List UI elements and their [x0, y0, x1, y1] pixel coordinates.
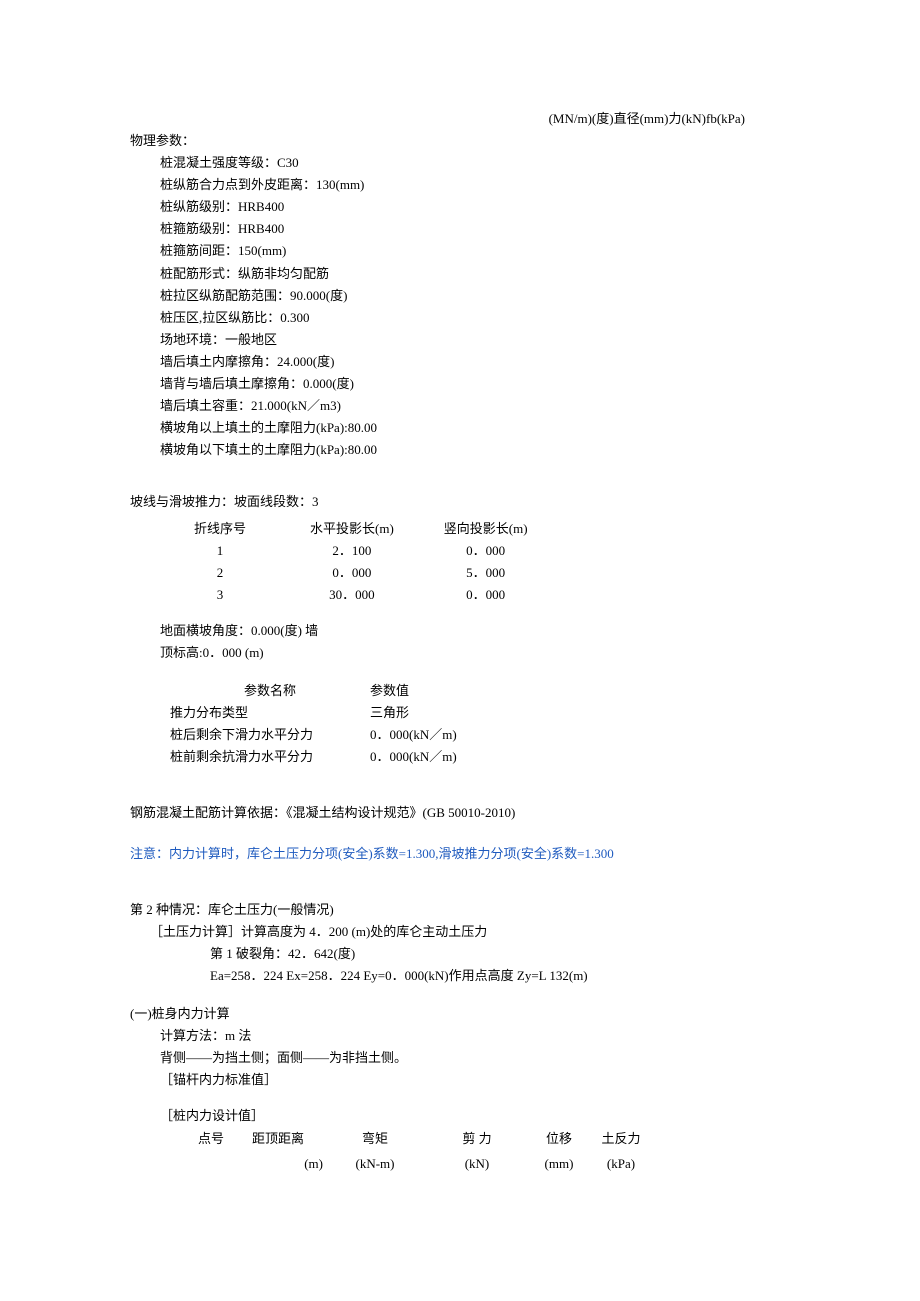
document-page: (MN/m)(度)直径(mm)力(kN)fb(kPa) 物理参数： 桩混凝土强度…	[0, 0, 920, 1301]
cell: 3	[170, 584, 270, 606]
col-header: 水平投影长(m)	[270, 518, 434, 540]
param-line: 桩箍筋间距：150(mm)	[160, 240, 790, 262]
cell: 0．000(kN／m)	[370, 724, 457, 746]
cell: 0．000	[434, 540, 538, 562]
param-line: 横坡角以上填土的土摩阻力(kPa):80.00	[160, 417, 790, 439]
note-line: 地面横坡角度：0.000(度) 墙	[160, 620, 790, 642]
param-line: 桩压区,拉区纵筋比：0.300	[160, 307, 790, 329]
slope-section: 坡线与滑坡推力：坡面线段数：3 折线序号 水平投影长(m) 竖向投影长(m) 1…	[130, 491, 790, 768]
push-param-table: 参数名称 参数值 推力分布类型 三角形 桩后剩余下滑力水平分力 0．000(kN…	[170, 680, 457, 768]
cell: 0．000	[270, 562, 434, 584]
physics-heading: 物理参数：	[130, 130, 790, 152]
safety-notice: 注意：内力计算时，库仑土压力分项(安全)系数=1.300,滑坡推力分项(安全)系…	[130, 843, 790, 865]
col-header: 参数名称	[170, 680, 370, 702]
cell: 30．000	[270, 584, 434, 606]
param-line: 桩纵筋合力点到外皮距离：130(mm)	[160, 174, 790, 196]
slope-heading: 坡线与滑坡推力：坡面线段数：3	[130, 491, 790, 513]
table-header-row: 点号 距顶距离 弯矩 剪 力 位移 土反力	[190, 1127, 652, 1151]
param-line: 桩纵筋级别：HRB400	[160, 196, 790, 218]
col-header: 距顶距离	[232, 1127, 324, 1151]
note-line: 顶标高:0．000 (m)	[160, 642, 790, 664]
col-header: 土反力	[590, 1127, 652, 1151]
case2-heading: 第 2 种情况：库仑土压力(一般情况)	[130, 899, 790, 921]
cell: 桩前剩余抗滑力水平分力	[170, 746, 370, 768]
param-line: 墙后填土容重：21.000(kN／m3)	[160, 395, 790, 417]
param-line: 桩箍筋级别：HRB400	[160, 218, 790, 240]
table-row: 推力分布类型 三角形	[170, 702, 457, 724]
cell: 三角形	[370, 702, 457, 724]
cell: 推力分布类型	[170, 702, 370, 724]
physics-list: 桩混凝土强度等级：C30 桩纵筋合力点到外皮距离：130(mm) 桩纵筋级别：H…	[130, 152, 790, 461]
cell	[190, 1152, 232, 1176]
design-values-table: 点号 距顶距离 弯矩 剪 力 位移 土反力 (m) (kN-m) (kN) (m…	[190, 1127, 652, 1175]
col-header: 参数值	[370, 680, 457, 702]
cell: (kN)	[426, 1152, 528, 1176]
param-line: 横坡角以下填土的土摩阻力(kPa):80.00	[160, 439, 790, 461]
slope-notes: 地面横坡角度：0.000(度) 墙 顶标高:0．000 (m)	[130, 620, 790, 664]
col-header: 弯矩	[324, 1127, 426, 1151]
cell: (kPa)	[590, 1152, 652, 1176]
col-header: 点号	[190, 1127, 232, 1151]
table-header-row: 折线序号 水平投影长(m) 竖向投影长(m)	[170, 518, 538, 540]
cell: 桩后剩余下滑力水平分力	[170, 724, 370, 746]
design-title: ［桩内力设计值］	[130, 1105, 790, 1127]
param-line: 墙后填土内摩擦角：24.000(度)	[160, 351, 790, 373]
table-unit-row: (m) (kN-m) (kN) (mm) (kPa)	[190, 1152, 652, 1176]
col-header: 竖向投影长(m)	[434, 518, 538, 540]
cell: (m)	[232, 1152, 324, 1176]
calc-sides: 背侧——为挡土侧；面侧——为非挡土侧。	[130, 1047, 790, 1069]
rebar-basis: 钢筋混凝土配筋计算依据：《混凝土结构设计规范》(GB 50010-2010)	[130, 802, 790, 824]
table-row: 3 30．000 0．000	[170, 584, 538, 606]
cell: 0．000(kN／m)	[370, 746, 457, 768]
anchor-title: ［锚杆内力标准值］	[130, 1069, 790, 1091]
param-line: 桩配筋形式：纵筋非均匀配筋	[160, 263, 790, 285]
cell: (kN-m)	[324, 1152, 426, 1176]
cell: 5．000	[434, 562, 538, 584]
col-header: 折线序号	[170, 518, 270, 540]
unit-legend: (MN/m)(度)直径(mm)力(kN)fb(kPa)	[549, 108, 745, 130]
table-row: 1 2．100 0．000	[170, 540, 538, 562]
cell: (mm)	[528, 1152, 590, 1176]
table-row: 2 0．000 5．000	[170, 562, 538, 584]
calc-section: (一)桩身内力计算 计算方法：m 法 背侧——为挡土侧；面侧——为非挡土侧。 ［…	[130, 1003, 790, 1176]
cell: 0．000	[434, 584, 538, 606]
case2-line1: ［土压力计算］计算高度为 4．200 (m)处的库仑主动土压力	[130, 921, 790, 943]
param-line: 桩混凝土强度等级：C30	[160, 152, 790, 174]
cell: 2	[170, 562, 270, 584]
calc-heading: (一)桩身内力计算	[130, 1003, 790, 1025]
param-line: 场地环境：一般地区	[160, 329, 790, 351]
param-line: 墙背与墙后填土摩擦角：0.000(度)	[160, 373, 790, 395]
table-row: 桩后剩余下滑力水平分力 0．000(kN／m)	[170, 724, 457, 746]
col-header: 位移	[528, 1127, 590, 1151]
param-line: 桩拉区纵筋配筋范围：90.000(度)	[160, 285, 790, 307]
case2-line3: Ea=258．224 Ex=258．224 Ey=0．000(kN)作用点高度 …	[130, 965, 790, 987]
polyline-table: 折线序号 水平投影长(m) 竖向投影长(m) 1 2．100 0．000 2 0…	[170, 518, 538, 606]
cell: 2．100	[270, 540, 434, 562]
table-row: 桩前剩余抗滑力水平分力 0．000(kN／m)	[170, 746, 457, 768]
cell: 1	[170, 540, 270, 562]
physics-section: 物理参数： 桩混凝土强度等级：C30 桩纵筋合力点到外皮距离：130(mm) 桩…	[130, 130, 790, 461]
case2-section: 第 2 种情况：库仑土压力(一般情况) ［土压力计算］计算高度为 4．200 (…	[130, 899, 790, 987]
calc-method: 计算方法：m 法	[130, 1025, 790, 1047]
case2-line2: 第 1 破裂角：42．642(度)	[130, 943, 790, 965]
table-header-row: 参数名称 参数值	[170, 680, 457, 702]
col-header: 剪 力	[426, 1127, 528, 1151]
